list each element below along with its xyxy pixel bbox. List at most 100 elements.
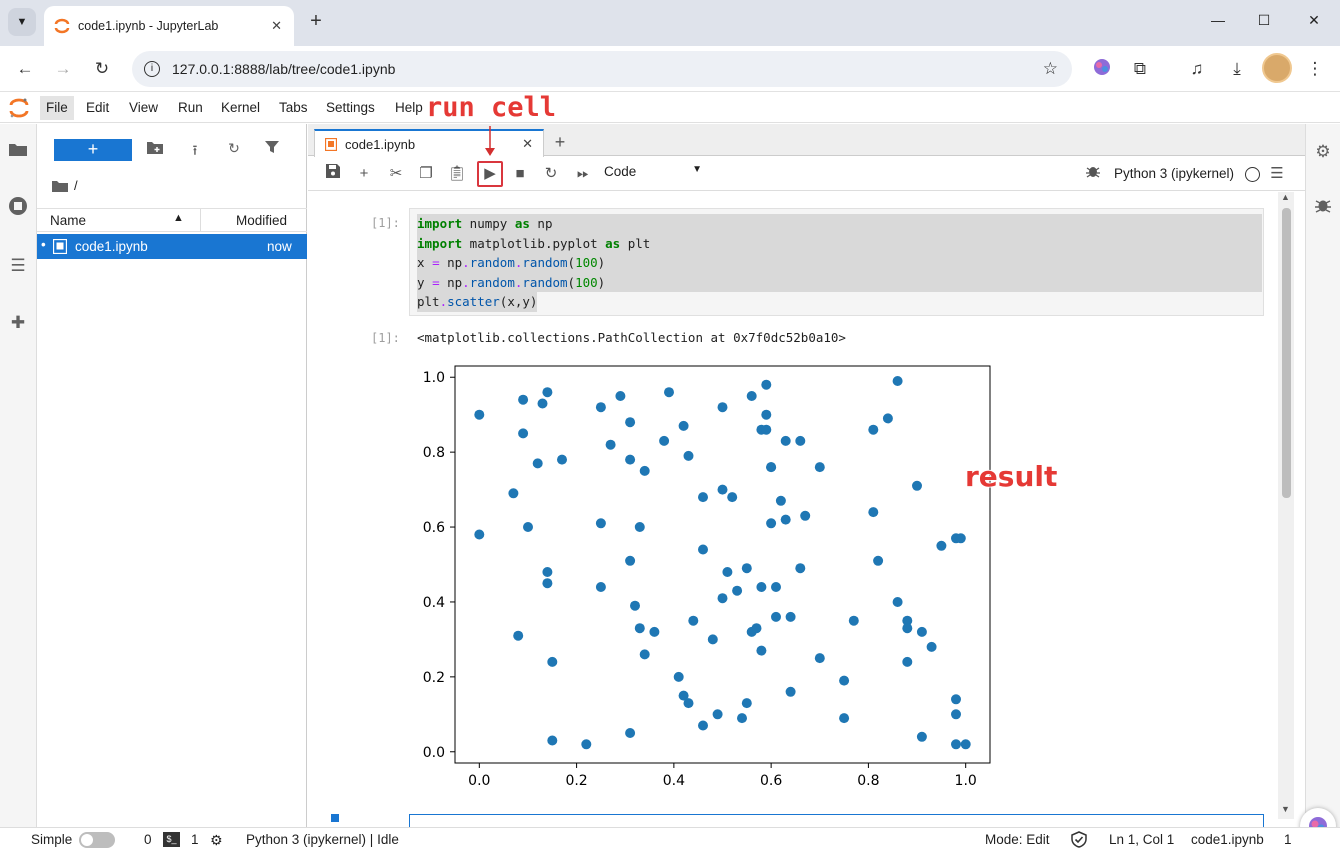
media-control-icon[interactable]: ♫: [1185, 57, 1209, 81]
save-icon[interactable]: [322, 163, 344, 185]
bookmark-star-icon[interactable]: ☆: [1043, 59, 1058, 79]
table-of-contents-icon[interactable]: ☰: [6, 254, 30, 278]
download-icon[interactable]: ⤓: [1225, 57, 1249, 81]
scroll-thumb[interactable]: [1282, 208, 1291, 498]
shield-icon[interactable]: [1071, 831, 1087, 851]
browser-menu-icon[interactable]: ⋮: [1303, 57, 1327, 81]
code-editor[interactable]: import numpy as np import matplotlib.pyp…: [409, 208, 1264, 316]
running-sessions-icon[interactable]: [6, 196, 30, 220]
scatter-point: [542, 578, 553, 589]
kernel-chip-icon[interactable]: ⚙: [210, 832, 223, 849]
breadcrumb: /: [52, 178, 78, 193]
refresh-icon[interactable]: ↻: [223, 140, 245, 162]
menu-run[interactable]: Run: [172, 96, 209, 120]
menu-tabs[interactable]: Tabs: [273, 96, 314, 120]
file-row[interactable]: • code1.ipynb now: [37, 234, 307, 259]
tab-search-button[interactable]: ▼: [8, 8, 36, 36]
kernel-status[interactable]: Python 3 (ipykernel) | Idle: [246, 832, 399, 847]
scatter-point: [649, 626, 660, 637]
browser-tab[interactable]: code1.ipynb - JupyterLab ✕: [44, 6, 294, 46]
folder-icon[interactable]: [52, 179, 68, 192]
x-axis: 0.0 0.2 0.4 0.6 0.8 1.0: [468, 763, 977, 789]
scatter-point: [634, 522, 645, 532]
run-cell-icon[interactable]: ▶: [477, 161, 503, 187]
menu-kernel[interactable]: Kernel: [215, 96, 266, 120]
url-text[interactable]: 127.0.0.1:8888/lab/tree/code1.ipynb: [172, 61, 395, 77]
extension-manager-icon[interactable]: ✚: [6, 311, 30, 335]
column-modified[interactable]: Modified: [236, 213, 287, 228]
restart-kernel-icon[interactable]: ↻: [540, 163, 562, 185]
scatter-point: [547, 735, 558, 746]
empty-code-cell[interactable]: [409, 814, 1264, 827]
scatter-point: [775, 495, 786, 506]
scatter-point: [916, 626, 927, 637]
notebook-file-icon: [53, 239, 67, 254]
scatter-point: [936, 540, 947, 551]
cursor-position[interactable]: Ln 1, Col 1: [1109, 832, 1174, 847]
property-inspector-gear-icon[interactable]: ⚙: [1311, 140, 1335, 164]
forward-icon[interactable]: →: [51, 57, 75, 81]
scatter-point: [634, 623, 645, 634]
simple-mode-toggle[interactable]: [79, 832, 115, 848]
menu-settings[interactable]: Settings: [320, 96, 381, 120]
notification-count[interactable]: 1: [1284, 832, 1292, 847]
scroll-down-icon[interactable]: ▼: [1281, 804, 1290, 814]
file-name[interactable]: code1.ipynb: [75, 239, 148, 254]
extensions-icon[interactable]: ⧉: [1128, 57, 1152, 81]
scatter-point: [785, 686, 796, 697]
scatter-point: [664, 387, 674, 398]
menu-help[interactable]: Help: [389, 96, 429, 120]
notebook-scrollbar[interactable]: ▲ ▼: [1278, 192, 1294, 819]
close-window-button[interactable]: ✕: [1302, 12, 1326, 32]
site-info-icon[interactable]: i: [144, 61, 160, 77]
terminal-icon[interactable]: $_: [163, 832, 180, 847]
x-tick-label: 0.2: [565, 773, 587, 789]
menu-edit[interactable]: Edit: [80, 96, 115, 120]
debugger-icon[interactable]: [1082, 163, 1104, 185]
column-name[interactable]: Name: [50, 213, 86, 228]
paste-icon[interactable]: 📋︎: [446, 163, 468, 185]
cell-type-select[interactable]: Code ▼: [604, 164, 702, 184]
minimize-button[interactable]: —: [1206, 12, 1230, 32]
reload-icon[interactable]: ↻: [90, 57, 114, 81]
kernel-count[interactable]: 1: [191, 832, 199, 847]
close-icon[interactable]: ✕: [522, 136, 533, 152]
address-bar[interactable]: i 127.0.0.1:8888/lab/tree/code1.ipynb ☆: [132, 51, 1072, 87]
back-icon[interactable]: ←: [13, 57, 37, 81]
profile-avatar[interactable]: [1262, 53, 1292, 83]
maximize-button[interactable]: ☐: [1252, 12, 1276, 32]
close-tab-icon[interactable]: ✕: [271, 18, 282, 34]
brain-extension-icon[interactable]: [1090, 57, 1114, 81]
scatter-point: [688, 615, 699, 626]
folder-icon[interactable]: [6, 140, 30, 164]
property-inspector-icon[interactable]: ☰: [1266, 163, 1288, 185]
new-tab-button[interactable]: +: [304, 10, 328, 34]
new-tab-button[interactable]: +: [548, 132, 572, 154]
upload-icon[interactable]: ⭱: [184, 140, 206, 162]
notebook-tab[interactable]: code1.ipynb ✕: [314, 129, 544, 157]
sort-up-icon[interactable]: ▲: [173, 212, 184, 224]
scatter-points: [474, 376, 971, 750]
add-cell-icon[interactable]: +: [353, 163, 375, 185]
scroll-up-icon[interactable]: ▲: [1281, 192, 1290, 202]
code-line: import matplotlib.pyplot as plt: [417, 233, 1262, 253]
new-folder-icon[interactable]: [144, 140, 166, 162]
debugger-icon[interactable]: [1311, 196, 1335, 220]
menu-view[interactable]: View: [123, 96, 164, 120]
cut-icon[interactable]: ✂: [385, 163, 407, 185]
copy-icon[interactable]: ❐: [415, 163, 437, 185]
terminal-count[interactable]: 0: [144, 832, 152, 847]
scatter-point: [595, 582, 606, 592]
scatter-point: [902, 656, 913, 667]
kernel-name[interactable]: Python 3 (ipykernel): [1114, 166, 1234, 181]
scatter-point: [673, 671, 684, 682]
stop-icon[interactable]: ■: [509, 163, 531, 185]
new-launcher-button[interactable]: +: [54, 139, 132, 161]
file-modified: now: [267, 239, 292, 254]
breadcrumb-root[interactable]: /: [74, 178, 78, 193]
file-list-header: Name ▲ Modified: [37, 208, 307, 232]
filter-icon[interactable]: [261, 140, 283, 162]
run-all-icon[interactable]: ⏩︎: [572, 163, 594, 185]
menu-file[interactable]: File: [40, 96, 74, 120]
scatter-point: [756, 582, 767, 592]
